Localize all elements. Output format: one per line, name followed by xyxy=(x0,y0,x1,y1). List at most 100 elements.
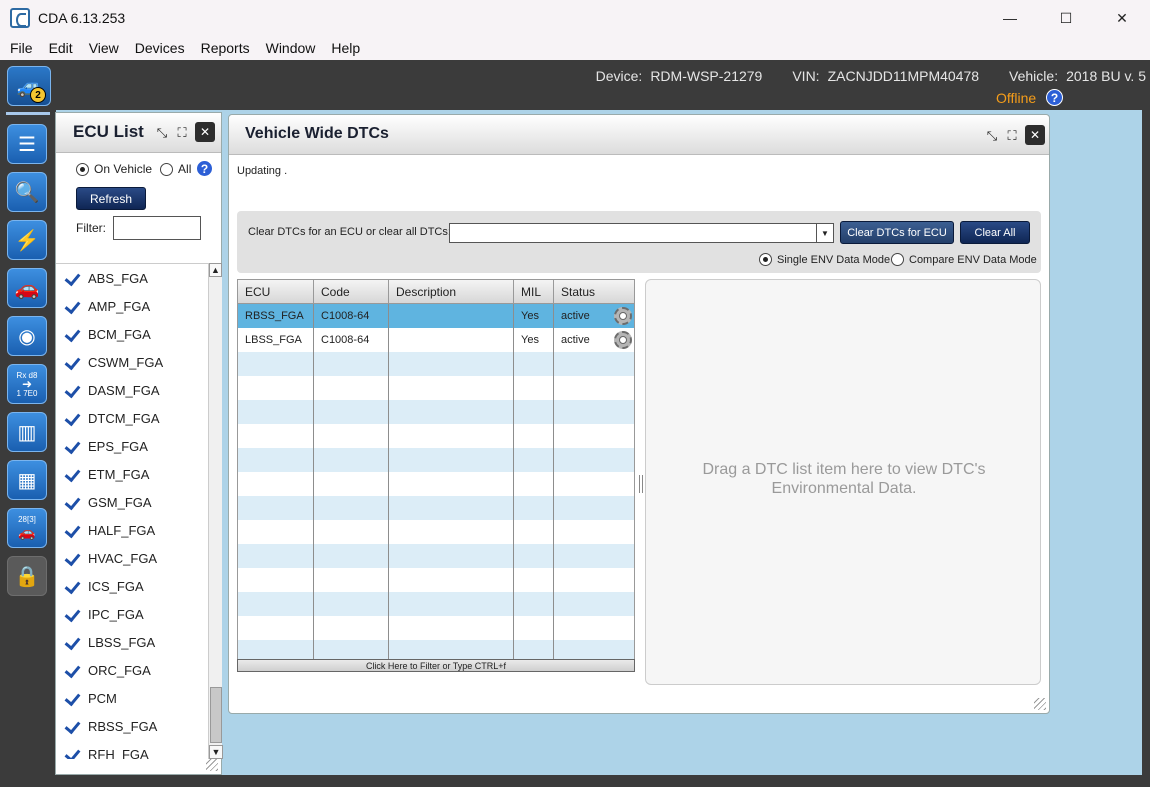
ecu-help-icon[interactable]: ? xyxy=(196,160,213,177)
ecu-list-item[interactable]: ICS_FGA xyxy=(56,572,208,600)
title-bar: CDA 6.13.253 — ☐ ✕ xyxy=(0,0,1150,36)
menu-devices[interactable]: Devices xyxy=(127,40,193,56)
vehicle-scan-button[interactable]: 🔍 xyxy=(7,172,47,212)
table-row[interactable]: LBSS_FGA C1008-64 Yes active xyxy=(238,328,634,352)
compare-env-mode[interactable]: Compare ENV Data Mode xyxy=(891,253,1037,266)
checkmark-icon xyxy=(64,635,80,649)
resize-grip-icon[interactable] xyxy=(1034,698,1046,710)
ecu-item-label: GSM_FGA xyxy=(88,494,152,510)
column-header-ecu[interactable]: ECU xyxy=(238,280,314,303)
column-header-mil[interactable]: MIL xyxy=(514,280,554,303)
menu-file[interactable]: File xyxy=(2,40,41,56)
single-env-label: Single ENV Data Mode xyxy=(777,253,891,266)
gear-icon[interactable] xyxy=(614,331,632,349)
menu-reports[interactable]: Reports xyxy=(193,40,258,56)
column-header-code[interactable]: Code xyxy=(314,280,389,303)
ecu-list-item[interactable]: BCM_FGA xyxy=(56,320,208,348)
scroll-down-icon[interactable]: ▼ xyxy=(209,745,223,759)
vin-info: VIN: ZACNJDD11MPM40478 xyxy=(792,68,979,84)
ecu-list-item[interactable]: ABS_FGA xyxy=(56,264,208,292)
table-filter-bar[interactable]: Click Here to Filter or Type CTRL+f xyxy=(237,659,635,672)
table-row-empty xyxy=(238,472,634,496)
flash-button[interactable]: ⚡ xyxy=(7,220,47,260)
ecu-list-item[interactable]: GSM_FGA xyxy=(56,488,208,516)
single-env-mode[interactable]: Single ENV Data Mode xyxy=(759,253,890,266)
ecu-list-item[interactable]: ETM_FGA xyxy=(56,460,208,488)
menu-help[interactable]: Help xyxy=(323,40,368,56)
menu-bar: File Edit View Devices Reports Window He… xyxy=(0,36,1150,60)
wireless-button[interactable]: ◉ xyxy=(7,316,47,356)
ecu-item-label: CSWM_FGA xyxy=(88,354,164,370)
close-button[interactable]: ✕ xyxy=(1094,0,1150,36)
cell-code: C1008-64 xyxy=(314,304,389,328)
env-data-drop-area[interactable]: Drag a DTC list item here to view DTC's … xyxy=(645,279,1041,685)
ecu-list-item[interactable]: RBSS_FGA xyxy=(56,712,208,740)
ecu-list-item[interactable]: CSWM_FGA xyxy=(56,348,208,376)
radio-single-env[interactable] xyxy=(759,253,772,266)
ecu-list-item[interactable]: RFH_FGA xyxy=(56,740,208,760)
vin-label: VIN: xyxy=(792,68,820,84)
ecu-list-item[interactable]: DTCM_FGA xyxy=(56,404,208,432)
table-row[interactable]: RBSS_FGA C1008-64 Yes active xyxy=(238,304,634,328)
clear-all-button[interactable]: Clear All xyxy=(960,221,1030,244)
clear-dtcs-for-ecu-button[interactable]: Clear DTCs for ECU xyxy=(840,221,954,244)
vehicle-view-button[interactable]: 🚗 xyxy=(7,268,47,308)
gear-icon[interactable] xyxy=(614,307,632,325)
schedule-button[interactable]: 28[3] 🚗 xyxy=(7,508,47,548)
close-panel-icon[interactable]: ✕ xyxy=(1025,125,1045,145)
menu-view[interactable]: View xyxy=(81,40,127,56)
column-header-status[interactable]: Status xyxy=(554,280,634,303)
ecu-list-item[interactable]: HVAC_FGA xyxy=(56,544,208,572)
table-row-empty xyxy=(238,640,634,660)
filter-input[interactable] xyxy=(113,216,201,240)
ecu-list-item[interactable]: PCM xyxy=(56,684,208,712)
close-panel-icon[interactable]: ✕ xyxy=(195,122,215,142)
undock-icon[interactable]: ⤡ xyxy=(985,128,999,142)
column-header-description[interactable]: Description xyxy=(389,280,514,303)
vehicle-connect-button[interactable]: 🚙 2 xyxy=(7,66,51,106)
scroll-up-icon[interactable]: ▲ xyxy=(209,263,222,277)
scroll-thumb[interactable] xyxy=(210,687,222,743)
ecu-select[interactable]: ▼ xyxy=(449,223,834,243)
car-icon: 🚗 xyxy=(14,277,40,300)
minimize-button[interactable]: — xyxy=(982,0,1038,36)
ecu-list-item[interactable]: DASM_FGA xyxy=(56,376,208,404)
ecu-panel-title: ECU List xyxy=(73,122,144,141)
radio-compare-env[interactable] xyxy=(891,253,904,266)
undock-icon[interactable]: ⤡ xyxy=(155,125,169,139)
ecu-list-item[interactable]: IPC_FGA xyxy=(56,600,208,628)
ecu-list-item[interactable]: ORC_FGA xyxy=(56,656,208,684)
checkmark-icon xyxy=(64,495,80,509)
chevron-down-icon[interactable]: ▼ xyxy=(816,224,833,242)
list-menu-button[interactable]: ☰ xyxy=(7,124,47,164)
resize-grip-icon[interactable] xyxy=(206,759,218,771)
radio-all[interactable] xyxy=(160,162,174,176)
radio-on-vehicle[interactable] xyxy=(76,162,89,176)
splitter-handle[interactable] xyxy=(639,475,643,493)
maximize-panel-icon[interactable]: ⛶ xyxy=(175,125,189,139)
help-icon[interactable]: ? xyxy=(1046,89,1063,106)
menu-window[interactable]: Window xyxy=(258,40,324,56)
rx-sub-label: 1 7E0 xyxy=(16,388,38,398)
ecu-list-item[interactable]: AMP_FGA xyxy=(56,292,208,320)
bus-monitor-button[interactable]: Rx d8 ➜ 1 7E0 xyxy=(7,364,47,404)
checkmark-icon xyxy=(64,663,80,677)
checkmark-icon xyxy=(64,747,80,759)
menu-edit[interactable]: Edit xyxy=(41,40,81,56)
locked-button: 🔒 xyxy=(7,556,47,596)
maximize-panel-icon[interactable]: ⛶ xyxy=(1005,128,1019,142)
data-table-button[interactable]: ▦ xyxy=(7,460,47,500)
table-row-empty xyxy=(238,544,634,568)
device-info: Device: RDM-WSP-21279 xyxy=(596,68,763,84)
layout-button[interactable]: ▥ xyxy=(7,412,47,452)
ecu-list-item[interactable]: EPS_FGA xyxy=(56,432,208,460)
maximize-button[interactable]: ☐ xyxy=(1038,0,1094,36)
filter-label: Filter: xyxy=(76,221,106,235)
ecu-list-item[interactable]: HALF_FGA xyxy=(56,516,208,544)
calendar-label: 28[3] xyxy=(18,515,36,524)
table-row-empty xyxy=(238,520,634,544)
refresh-button[interactable]: Refresh xyxy=(76,187,146,210)
ecu-list-scrollbar[interactable]: ▲ ▼ xyxy=(208,263,223,759)
ecu-list-item[interactable]: LBSS_FGA xyxy=(56,628,208,656)
connection-status: Offline xyxy=(996,90,1037,106)
